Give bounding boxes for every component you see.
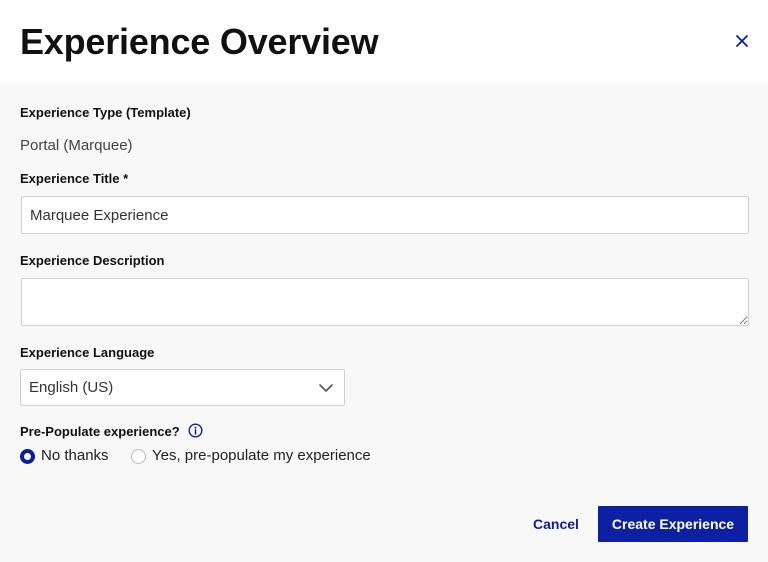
- create-experience-button[interactable]: Create Experience: [598, 506, 748, 542]
- experience-overview-dialog: Experience Overview Experience Type (Tem…: [0, 0, 768, 562]
- cancel-button[interactable]: Cancel: [524, 506, 588, 542]
- chevron-down-icon: [319, 384, 333, 392]
- experience-language-select[interactable]: English (US): [20, 369, 345, 406]
- info-icon[interactable]: [188, 423, 203, 438]
- dialog-title: Experience Overview: [20, 21, 379, 62]
- close-icon: [736, 35, 748, 47]
- experience-title-input[interactable]: [21, 196, 749, 234]
- radio-prepopulate-label: Yes, pre-populate my experience: [152, 447, 371, 464]
- radio-no-thanks-label: No thanks: [41, 447, 109, 464]
- radio-no-thanks[interactable]: No thanks: [20, 447, 109, 465]
- experience-description-textarea[interactable]: [21, 278, 749, 326]
- radio-prepopulate[interactable]: Yes, pre-populate my experience: [131, 447, 371, 465]
- radio-no-thanks-indicator: [20, 448, 35, 464]
- experience-language-label: Experience Language: [20, 345, 155, 360]
- prepopulate-label: Pre-Populate experience?: [20, 424, 180, 439]
- close-button[interactable]: [730, 29, 754, 53]
- experience-type-label: Experience Type (Template): [20, 105, 191, 120]
- experience-title-label: Experience Title *: [20, 171, 129, 186]
- experience-language-value: English (US): [29, 379, 114, 396]
- dialog-header: Experience Overview: [0, 0, 768, 85]
- experience-type-value: Portal (Marquee): [20, 137, 133, 154]
- radio-prepopulate-indicator: [131, 448, 146, 464]
- experience-description-label: Experience Description: [20, 253, 165, 268]
